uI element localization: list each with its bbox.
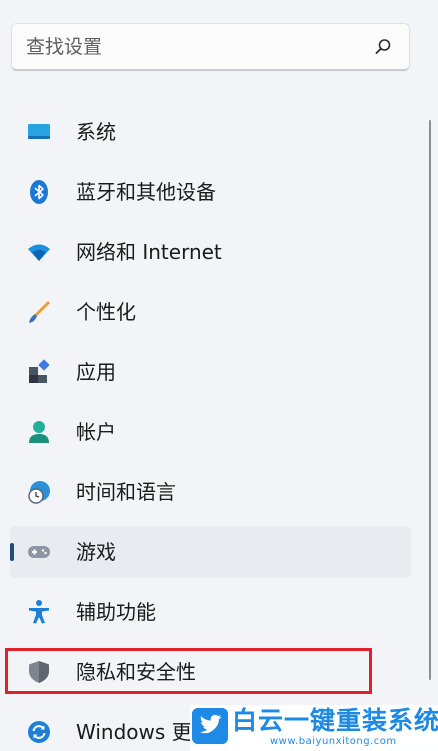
account-icon xyxy=(29,421,49,443)
nav-item-accessibility[interactable]: 辅助功能 xyxy=(10,586,411,638)
globe-clock-icon xyxy=(28,481,50,504)
nav-item-label: 游戏 xyxy=(76,540,116,564)
nav-item-gaming[interactable]: 游戏 xyxy=(10,526,411,578)
wifi-icon xyxy=(28,244,50,261)
search-icon[interactable] xyxy=(373,37,393,57)
nav-item-label: 网络和 Internet xyxy=(76,240,222,264)
watermark: 白云一键重装系统 www.baiyunxitong.com xyxy=(190,705,438,751)
nav-item-label: 蓝牙和其他设备 xyxy=(76,180,216,204)
watermark-brand: 白云一键重装系统 xyxy=(232,706,438,735)
nav-item-label: Windows 更 xyxy=(76,720,192,744)
nav-item-label: 帐户 xyxy=(76,420,116,444)
nav-item-label: 时间和语言 xyxy=(76,480,176,504)
selection-indicator xyxy=(10,543,14,561)
gamepad-icon xyxy=(28,546,50,558)
twitter-bird-icon xyxy=(192,708,228,744)
nav-item-label: 辅助功能 xyxy=(76,600,156,624)
nav-item-apps[interactable]: 应用 xyxy=(10,346,411,398)
nav-item-time-language[interactable]: 时间和语言 xyxy=(10,466,411,518)
scrollbar[interactable] xyxy=(429,120,431,680)
search-box[interactable] xyxy=(11,23,410,71)
paintbrush-icon xyxy=(29,301,50,323)
nav-item-label: 系统 xyxy=(76,120,116,144)
bluetooth-icon xyxy=(30,180,48,204)
apps-icon xyxy=(29,359,50,383)
nav-item-accounts[interactable]: 帐户 xyxy=(10,406,411,458)
watermark-url: www.baiyunxitong.com xyxy=(270,736,397,747)
search-input[interactable] xyxy=(26,33,356,61)
nav-item-label: 应用 xyxy=(76,360,116,384)
nav-item-system[interactable]: 系统 xyxy=(10,106,411,158)
highlight-box xyxy=(5,648,372,694)
accessibility-icon xyxy=(29,600,49,624)
nav-item-personalization[interactable]: 个性化 xyxy=(10,286,411,338)
monitor-icon xyxy=(28,124,50,139)
nav-item-label: 个性化 xyxy=(76,300,136,324)
update-icon xyxy=(28,721,50,743)
nav-item-bluetooth[interactable]: 蓝牙和其他设备 xyxy=(10,166,411,218)
nav-item-network[interactable]: 网络和 Internet xyxy=(10,226,411,278)
